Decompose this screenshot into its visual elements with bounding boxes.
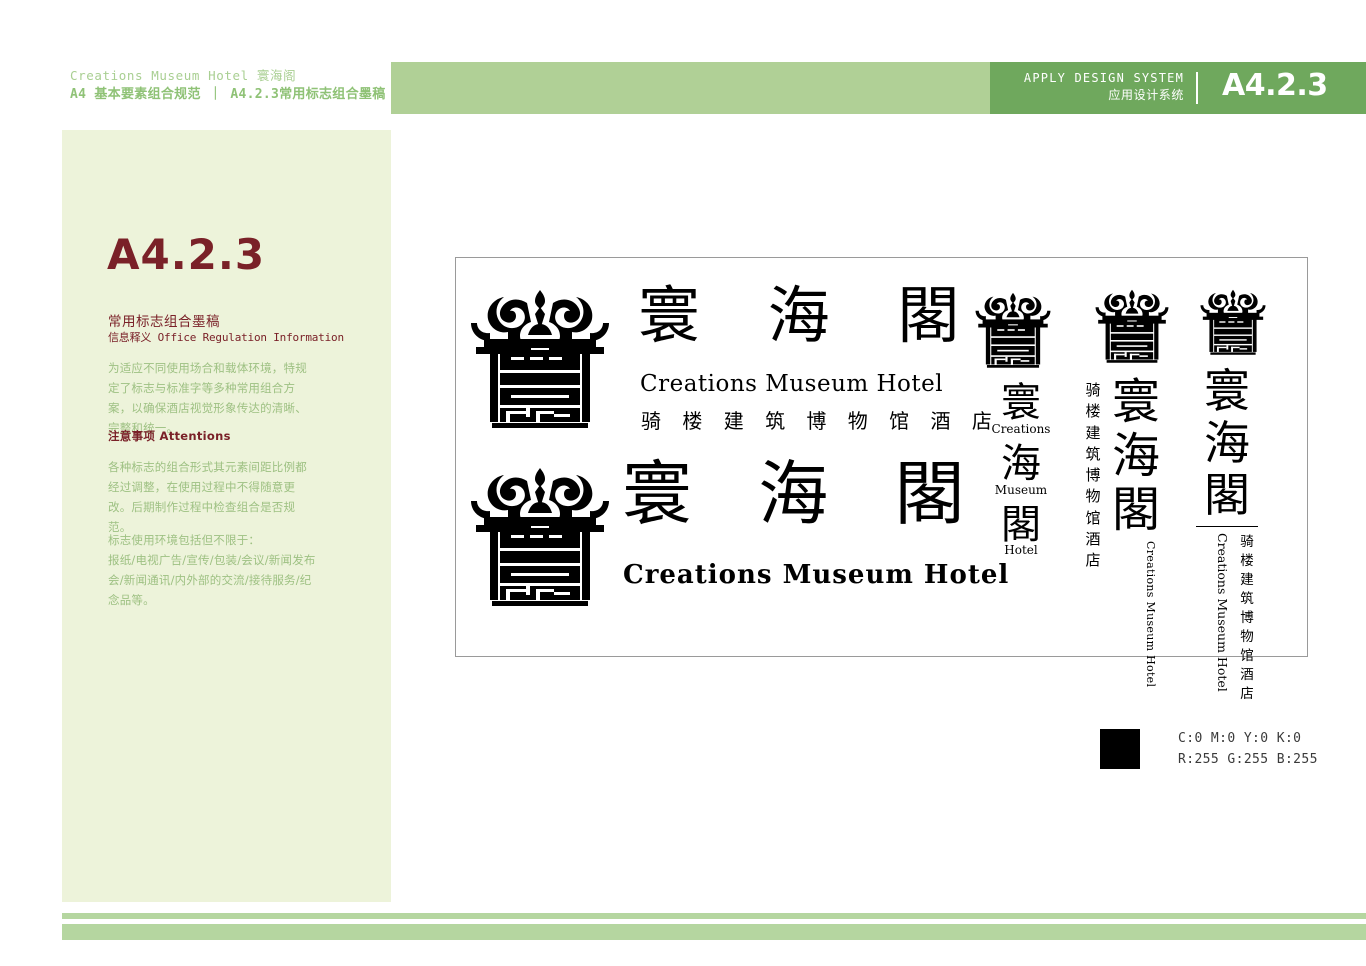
color-swatch-rgb: R:255 G:255 B:255 [1178,752,1318,768]
page-header: Creations Museum Hotel 寰海阁 A4 基本要素组合规范 ｜… [0,0,1366,120]
hotel-emblem-icon [470,287,610,430]
sidebar-subtitle: 信息释义 Office Regulation Information [108,331,344,344]
footer-bar-thick [62,924,1366,940]
sidebar-title: 常用标志组合墨稿 [108,314,220,330]
logo-en-wordmark-bold: Creations Museum Hotel [623,560,1010,590]
logo-stack-en: Museum [994,482,1048,497]
logo-stack-item: 海 Museum [975,440,1067,497]
sidebar-attentions-label: 注意事项 Attentions [108,429,231,443]
logo-lockup-horizontal-en: 寰 海 閣 Creations Museum Hotel [470,459,1008,608]
sidebar-attention-2-body: 报纸/电视广告/宣传/包装/会议/新闻发布会/新闻通讯/内外部的交流/接待服务/… [108,553,316,608]
logo-lockup-vertical-bilingual: 骑楼建筑博物馆酒店 寰海閣 Creations Museum Hotel [1081,288,1183,687]
header-brand-line: Creations Museum Hotel 寰海阁 [70,68,297,83]
logo-stack-item: 寰 Creations [975,383,1067,436]
hotel-emblem-icon [1200,288,1292,356]
logo-stack-cjk: 海 [1001,440,1041,487]
hotel-emblem-icon [1095,288,1183,364]
header-apply-cn: 应用设计系统 [1108,88,1184,103]
header-divider [1196,72,1198,104]
logo-en-wordmark-rotated: Creations Museum Hotel [1144,541,1157,688]
logo-lockup-tail: 骑楼建筑博物馆酒店 Creations Museum Hotel [1192,527,1292,701]
logo-stack-en: Creations [991,421,1051,436]
hotel-emblem-icon [975,291,1067,369]
logo-stack-item: 閣 Hotel [975,501,1067,558]
logo-cjk-wordmark: 寰 海 閣 [622,453,987,535]
logo-lockup-vertical-compact: 寰海閣 骑楼建筑博物馆酒店 Creations Museum Hotel [1192,288,1292,702]
logo-cn-descriptor-vertical: 骑楼建筑博物馆酒店 [1085,381,1101,570]
sidebar-panel: A4.2.3 常用标志组合墨稿 信息释义 Office Regulation I… [62,130,391,902]
logo-stack-cjk: 閣 [1001,501,1041,548]
logo-stack-cjk: 寰 [1001,380,1041,426]
logo-en-wordmark: Creations Museum Hotel [640,371,944,397]
logo-cn-descriptor: 骑 楼 建 筑 博 物 馆 酒 店 [641,409,1000,433]
sidebar-attention-1: 各种标志的组合形式其元素间距比例都经过调整，在使用过程中不得随意更改。后期制作过… [108,460,307,535]
logo-showcase-frame: 寰 海 閣 Creations Museum Hotel 骑 楼 建 筑 博 物… [455,257,1308,702]
color-swatch-cmyk: C:0 M:0 Y:0 K:0 [1178,731,1302,746]
footer-bar-thin [62,913,1366,919]
sidebar-attention-2-head: 标志使用环境包括但不限于： [108,533,261,547]
color-swatch [1100,729,1140,769]
header-section-line: A4 基本要素组合规范 ｜ A4.2.3常用标志组合墨稿 [70,87,386,103]
logo-cjk-wordmark-vertical: 寰海閣 [1111,374,1160,538]
logo-stack-en: Hotel [1004,543,1038,558]
logo-cjk-wordmark: 寰 海 閣 [638,279,984,352]
logo-cjk-wordmark-vertical: 寰海閣 [1204,364,1250,522]
logo-lockup-body: 骑楼建筑博物馆酒店 寰海閣 Creations Museum Hotel [1081,374,1183,687]
logo-cn-descriptor-vertical: 骑楼建筑博物馆酒店 [1240,534,1254,702]
header-left-text: Creations Museum Hotel 寰海阁 A4 基本要素组合规范 ｜… [70,66,386,106]
sidebar-section-code: A4.2.3 [107,230,266,279]
header-section-code: A4.2.3 [1222,68,1328,103]
logo-en-wordmark-rotated: Creations Museum Hotel [1215,533,1230,693]
header-apply-en: APPLY DESIGN SYSTEM [1023,71,1184,85]
logo-lockup-vertical-stacked: 寰 Creations 海 Museum 閣 Hotel [975,291,1067,621]
hotel-emblem-icon [470,465,610,608]
color-swatch-values: C:0 M:0 Y:0 K:0 R:255 G:255 B:255 [1178,728,1318,771]
header-bar-light [391,62,990,114]
sidebar-intro-text: 为适应不同使用场合和载体环境，特规定了标志与标准字等多种常用组合方案，以确保酒店… [108,361,307,436]
header-apply-block: APPLY DESIGN SYSTEM 应用设计系统 [1010,70,1184,105]
logo-lockup-horizontal-full: 寰 海 閣 Creations Museum Hotel 骑 楼 建 筑 博 物… [470,285,992,440]
